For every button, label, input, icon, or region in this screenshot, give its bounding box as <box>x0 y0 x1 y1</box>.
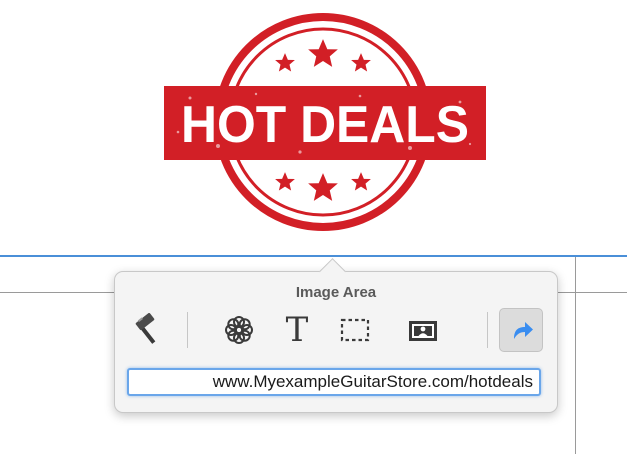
picture-frame-icon <box>409 321 437 341</box>
popover-arrow <box>319 258 346 285</box>
style-tool-button[interactable] <box>125 308 169 352</box>
selection-tool-button[interactable] <box>333 308 377 352</box>
image-area-toolbar: T <box>125 306 547 354</box>
link-arrow-icon <box>514 322 533 339</box>
stamp-text: HOT DEALS <box>181 96 469 154</box>
hot-deals-stamp-image: HOT DEALS <box>164 13 486 231</box>
link-tool-button[interactable] <box>499 308 543 352</box>
hammer-icon <box>135 313 156 344</box>
toolbar-divider <box>487 312 488 348</box>
shape-tool-button[interactable] <box>217 308 261 352</box>
image-area-popover: Image Area T www.MyexampleGuitarStore.co… <box>114 258 558 413</box>
text-tool-button[interactable]: T <box>275 308 319 352</box>
toolbar-divider <box>187 312 188 348</box>
image-tool-button[interactable] <box>401 308 445 352</box>
dashed-rect-icon <box>340 318 370 342</box>
popover-title: Image Area <box>295 284 377 301</box>
link-url-value: www.MyexampleGuitarStore.com/hotdeals <box>212 372 533 391</box>
text-icon: T <box>285 310 309 350</box>
layout-guide-vertical <box>575 257 576 454</box>
selection-line <box>0 255 627 257</box>
link-url-input[interactable]: www.MyexampleGuitarStore.com/hotdeals <box>127 368 541 396</box>
flower-icon <box>225 316 253 344</box>
